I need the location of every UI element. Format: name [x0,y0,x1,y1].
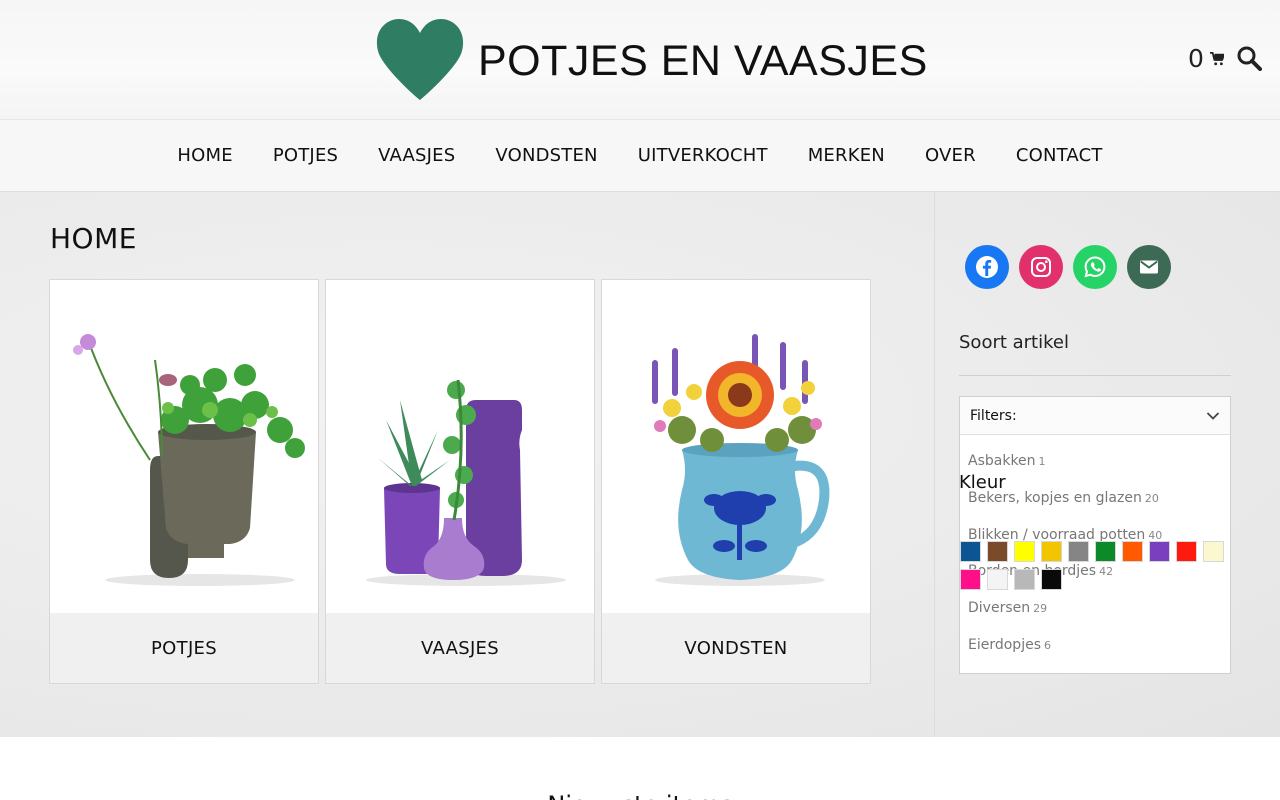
color-swatch[interactable] [1122,541,1143,562]
category-image-potjes [50,280,318,614]
color-swatch[interactable] [1149,541,1170,562]
filter-option-label: Diversen [968,600,1031,617]
filter-option-label: Asbakken [968,453,1036,469]
cart-icon [1209,51,1224,65]
color-swatch[interactable] [987,541,1008,562]
category-label-vondsten: VONDSTEN [602,613,870,683]
whatsapp-icon [1084,256,1106,278]
nav-item-potjes[interactable]: POTJES [273,145,338,166]
filter-option-bekers[interactable]: Bekers, kopjes en glazen 20 [960,490,1230,527]
heart-logo-icon [376,19,464,100]
color-swatch[interactable] [1041,569,1062,590]
filter-option-count: 29 [1033,602,1048,616]
category-card-vondsten[interactable]: VONDSTEN [601,279,871,684]
email-button[interactable] [1127,245,1171,289]
search-icon[interactable] [1236,45,1262,71]
color-swatch[interactable] [987,569,1008,590]
filter-option-label: Eierdopjes [968,636,1041,653]
nav-item-merken[interactable]: MERKEN [808,145,885,166]
cart-count: 0 [1188,44,1204,73]
page-title: HOME [50,222,137,255]
site-logo[interactable]: POTJES EN VAASJES [376,16,928,102]
nav-item-vaasjes[interactable]: VAASJES [378,145,455,166]
site-header: POTJES EN VAASJES 0 [0,0,1280,120]
latest-items-section: Nieuwste items [0,737,1280,800]
category-image-vaasjes [326,280,594,614]
color-swatch[interactable] [1068,541,1089,562]
color-swatch[interactable] [1014,569,1035,590]
category-label-vaasjes: VAASJES [326,613,594,683]
category-label-potjes: POTJES [50,613,318,683]
nav-item-contact[interactable]: CONTACT [1016,145,1103,166]
email-icon [1140,260,1158,274]
color-swatch[interactable] [1041,541,1062,562]
color-swatch[interactable] [960,569,981,590]
nav-item-over[interactable]: OVER [925,145,976,166]
whatsapp-button[interactable] [1073,245,1117,289]
color-swatches [960,541,1230,590]
sidebar: Soort artikel Filters: Asbakken 1 Bekers,… [934,192,1280,737]
widget-divider [959,375,1231,376]
filter-option-count: 1 [1038,455,1046,468]
site-name: POTJES EN VAASJES [478,36,928,85]
latest-items-heading: Nieuwste items [0,791,1280,800]
facebook-icon [976,256,998,278]
cart-button[interactable]: 0 [1188,44,1224,73]
filter-dropdown-label: Filters: [970,407,1017,424]
color-swatch[interactable] [1014,541,1035,562]
filter-option-count: 20 [1144,491,1159,505]
category-card-potjes[interactable]: POTJES [49,279,319,684]
social-links [965,245,1171,289]
instagram-button[interactable] [1019,245,1063,289]
filter-option-count: 6 [1044,638,1051,652]
filter-dropdown: Filters: Asbakken 1 Bekers, kopjes en gla… [959,396,1231,674]
instagram-icon [1031,257,1051,277]
soort-artikel-title: Soort artikel [959,332,1069,353]
color-swatch[interactable] [960,541,981,562]
nav-item-home[interactable]: HOME [177,145,232,166]
chevron-down-icon [1206,411,1220,420]
category-image-vondsten [602,280,870,614]
nav-item-vondsten[interactable]: VONDSTEN [495,145,597,166]
filter-option-diversen[interactable]: Diversen 29 [960,600,1230,637]
main-nav: HOME POTJES VAASJES VONDSTEN UITVERKOCHT… [0,120,1280,192]
facebook-button[interactable] [965,245,1009,289]
nav-item-uitverkocht[interactable]: UITVERKOCHT [638,145,768,166]
kleur-title: Kleur [959,472,1006,493]
color-swatch[interactable] [1095,541,1116,562]
filter-option-eierdopjes[interactable]: Eierdopjes 6 [960,637,1230,674]
color-swatch[interactable] [1176,541,1197,562]
filter-option-count: 40 [1148,528,1163,542]
category-card-vaasjes[interactable]: VAASJES [325,279,595,684]
filter-dropdown-toggle[interactable]: Filters: [960,397,1230,435]
color-swatch[interactable] [1203,541,1224,562]
